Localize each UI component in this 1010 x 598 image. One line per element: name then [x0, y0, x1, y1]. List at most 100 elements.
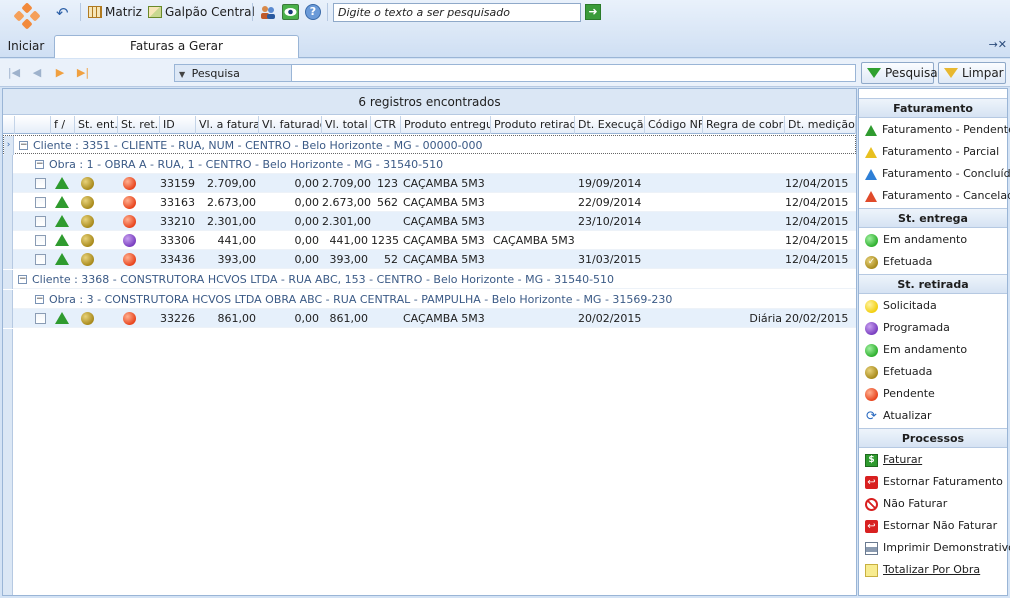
legend-label: Solicitada: [883, 299, 937, 312]
header-codigo-nf[interactable]: Código NF: [645, 116, 703, 134]
row-checkbox[interactable]: [35, 235, 46, 246]
limpar-button[interactable]: Limpar: [938, 62, 1006, 84]
collapse-icon[interactable]: −: [18, 275, 27, 284]
nao-faturar-button[interactable]: Não Faturar: [865, 494, 947, 514]
search-go-icon[interactable]: ➜: [585, 4, 601, 20]
cell-dt-medicao: 12/04/2015: [785, 253, 849, 266]
header-regra-de-cobrar[interactable]: Regra de cobrar: [703, 116, 785, 134]
totalizar-por-obra-button[interactable]: Totalizar Por Obra: [865, 560, 980, 580]
table-row[interactable]: 33210 2.301,00 0,00 2.301,00 CAÇAMBA 5M3…: [3, 212, 856, 231]
pesquisar-button[interactable]: Pesquisar: [861, 62, 943, 84]
green-triangle-icon: [865, 124, 877, 136]
table-row[interactable]: 33226 861,00 0,00 861,00 CAÇAMBA 5M3 20/…: [3, 309, 856, 328]
grid-header: f / St. ent. St. ret. ID Vl. a faturar V…: [3, 116, 856, 134]
group-row-cliente[interactable]: − Cliente : 3368 - CONSTRUTORA HCVOS LTD…: [3, 270, 856, 289]
tab-faturas-a-gerar[interactable]: Faturas a Gerar: [54, 35, 299, 58]
prohibited-icon: [865, 497, 878, 511]
refresh-icon: ⟳: [866, 408, 877, 424]
table-row[interactable]: 33436 393,00 0,00 393,00 52 CAÇAMBA 5M3 …: [3, 250, 856, 269]
last-record-icon[interactable]: ▶|: [76, 66, 90, 80]
row-indicator: [3, 270, 13, 289]
header-ctr[interactable]: CTR: [371, 116, 401, 134]
header-st-ret[interactable]: St. ret.: [118, 116, 160, 134]
st-entrega-section-title: St. entrega: [859, 208, 1007, 228]
table-row[interactable]: 33163 2.673,00 0,00 2.673,00 562 CAÇAMBA…: [3, 193, 856, 212]
estornar-faturamento-button[interactable]: ↩ Estornar Faturamento: [865, 472, 1003, 492]
cell-dt-medicao: 20/02/2015: [785, 312, 849, 325]
faturamento-pendente-icon: [55, 215, 69, 227]
group-row-obra[interactable]: − Obra : 3 - CONSTRUTORA HCVOS LTDA OBRA…: [3, 290, 856, 309]
cell-produto-entregue: CAÇAMBA 5M3: [403, 234, 485, 247]
previous-record-icon[interactable]: ◀: [30, 66, 44, 80]
pesquisa-dropdown[interactable]: ▼ Pesquisa: [174, 64, 292, 82]
header-id[interactable]: ID: [160, 116, 196, 134]
row-checkbox[interactable]: [35, 197, 46, 208]
cell-produto-entregue: CAÇAMBA 5M3: [403, 196, 485, 209]
row-checkbox[interactable]: [35, 313, 46, 324]
next-record-icon[interactable]: ▶: [53, 66, 67, 80]
yellow-triangle-icon: [865, 146, 877, 158]
cell-vl-a-faturar: 2.673,00: [207, 196, 256, 209]
header-vl-a-faturar[interactable]: Vl. a faturar: [196, 116, 259, 134]
faturamento-pendente-icon: [55, 177, 69, 189]
header-vl-total[interactable]: Vl. total: [322, 116, 371, 134]
row-indicator: [3, 212, 13, 231]
help-icon[interactable]: ?: [305, 4, 321, 20]
cell-vl-a-faturar: 2.301,00: [207, 215, 256, 228]
table-row[interactable]: 33306 441,00 0,00 441,00 1235 CAÇAMBA 5M…: [3, 231, 856, 250]
matriz-button[interactable]: Matriz: [88, 5, 142, 19]
header-st-ent[interactable]: St. ent.: [75, 116, 118, 134]
header-dt-execucao[interactable]: Dt. Execução: [575, 116, 645, 134]
app-logo-icon[interactable]: [6, 2, 48, 38]
header-dt-medicao[interactable]: Dt. medição: [785, 116, 856, 134]
header-produto-entregue[interactable]: Produto entregue: [401, 116, 491, 134]
undo-red-icon: ↩: [865, 475, 878, 489]
first-record-icon[interactable]: |◀: [7, 66, 21, 80]
row-indicator: [3, 231, 13, 250]
cell-dt-execucao: 23/10/2014: [578, 215, 642, 228]
cell-ctr: 562: [377, 196, 398, 209]
header-vl-faturado[interactable]: Vl. faturado: [259, 116, 322, 134]
global-search-input[interactable]: Digite o texto a ser pesquisado: [333, 3, 581, 22]
olive-dot-icon: [865, 365, 878, 379]
row-checkbox[interactable]: [35, 216, 46, 227]
estornar-nao-faturar-button[interactable]: ↩ Estornar Não Faturar: [865, 516, 997, 536]
group-row-obra[interactable]: − Obra : 1 - OBRA A - RUA, 1 - CENTRO - …: [3, 155, 856, 174]
pesquisa-input[interactable]: [292, 64, 856, 82]
status-pendente-icon: [123, 253, 136, 266]
users-icon[interactable]: [259, 4, 276, 20]
collapse-icon[interactable]: −: [35, 160, 44, 169]
close-tab-icon[interactable]: ✕: [998, 38, 1007, 51]
undo-icon[interactable]: ↶: [56, 4, 74, 22]
cell-regra: [703, 250, 785, 269]
row-indicator: [3, 155, 13, 174]
galpao-central-label: Galpão Central: [165, 5, 255, 19]
row-checkbox[interactable]: [35, 178, 46, 189]
collapse-icon[interactable]: −: [35, 295, 44, 304]
eye-view-icon[interactable]: [282, 4, 299, 20]
legend-faturamento-parcial: Faturamento - Parcial: [865, 142, 999, 162]
legend-label: Faturamento - Concluído: [882, 167, 1010, 180]
start-menu-button[interactable]: Iniciar: [4, 39, 48, 53]
status-pendente-icon: [123, 312, 136, 325]
cell-id: 33210: [160, 215, 195, 228]
header-produto-retirado[interactable]: Produto retirado: [491, 116, 575, 134]
legend-faturamento-concluido: Faturamento - Concluído: [865, 164, 1010, 184]
faturar-button[interactable]: $ Faturar: [865, 450, 922, 470]
table-row[interactable]: 33159 2.709,00 0,00 2.709,00 123 CAÇAMBA…: [3, 174, 856, 193]
row-indicator: [3, 250, 13, 269]
collapse-icon[interactable]: −: [19, 141, 28, 150]
row-checkbox[interactable]: [35, 254, 46, 265]
cell-vl-faturado: 0,00: [294, 177, 320, 190]
header-f[interactable]: f /: [51, 116, 75, 134]
header-select[interactable]: [15, 116, 51, 134]
pin-arrow-icon[interactable]: →: [989, 38, 998, 51]
group-row-cliente[interactable]: › − Cliente : 3351 - CLIENTE - RUA, NUM …: [3, 135, 856, 155]
atualizar-button[interactable]: ⟳ Atualizar: [865, 406, 931, 426]
legend-entrega-em-andamento: Em andamento: [865, 230, 967, 250]
cell-vl-total: 861,00: [329, 312, 369, 325]
cell-dt-medicao: 12/04/2015: [785, 177, 849, 190]
toolbar-separator: [327, 3, 328, 21]
imprimir-demonstrativo-button[interactable]: Imprimir Demonstrativo: [865, 538, 1010, 558]
galpao-central-button[interactable]: Galpão Central: [148, 5, 255, 19]
